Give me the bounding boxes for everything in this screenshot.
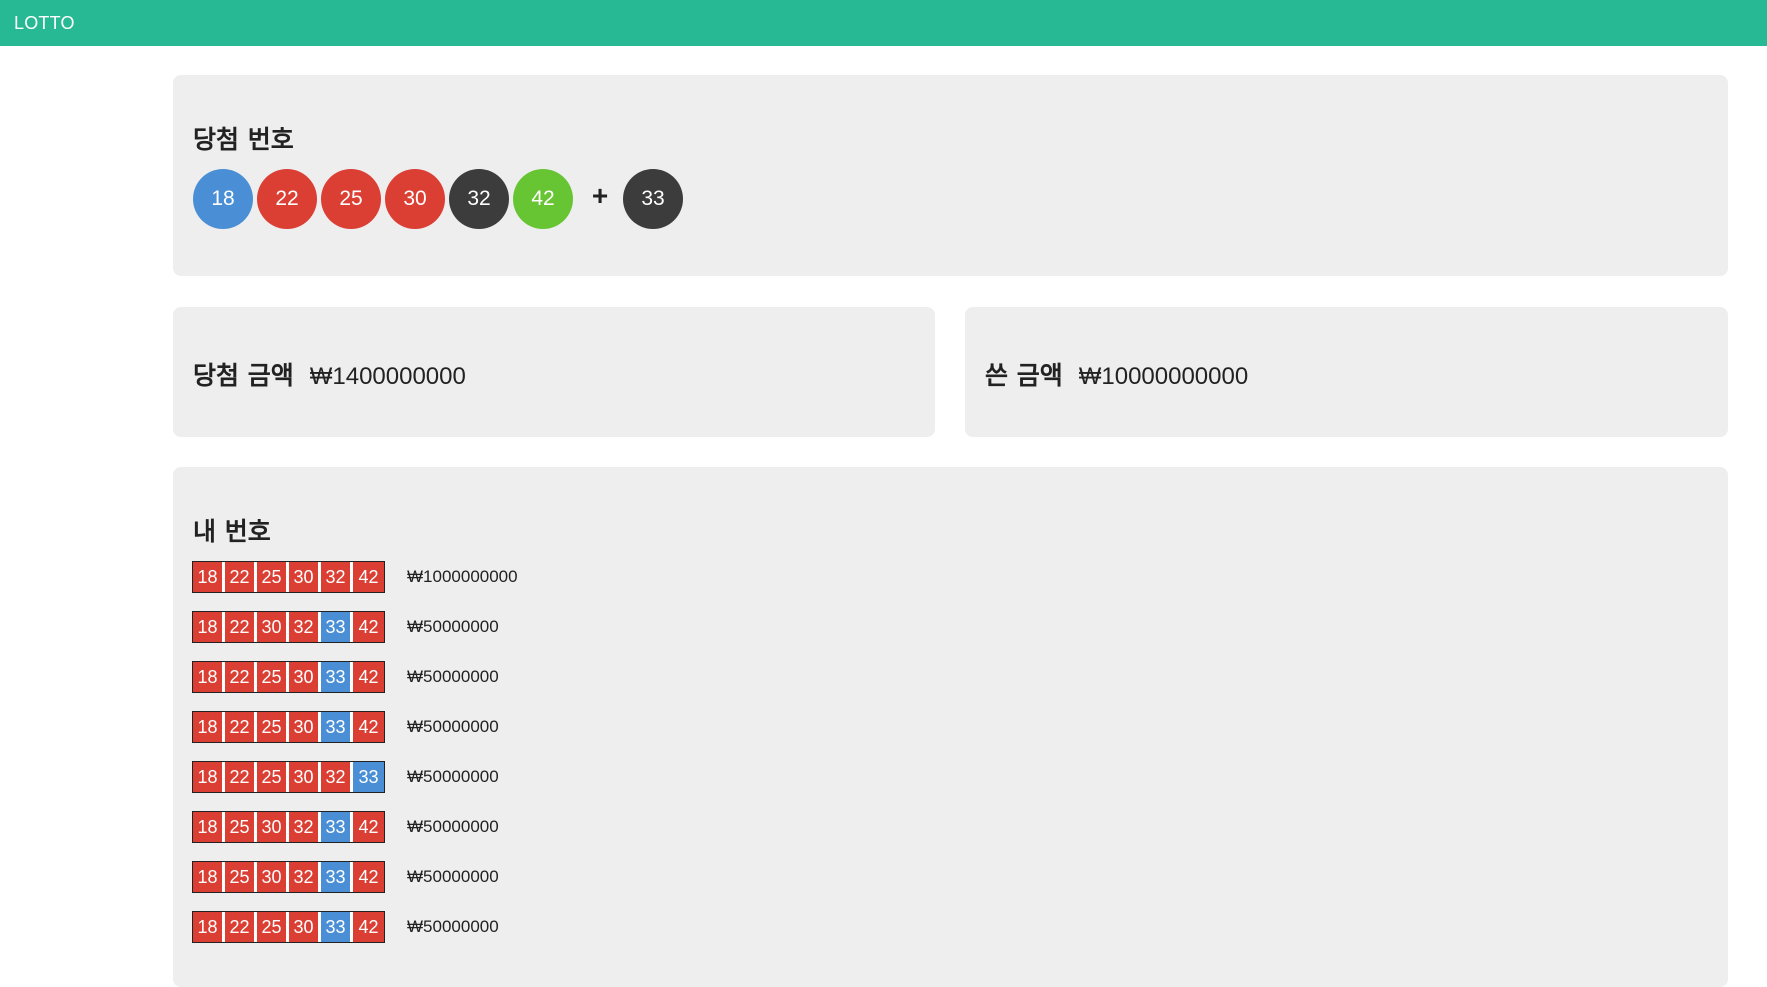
my-numbers-title: 내 번호: [193, 517, 271, 546]
ticket-prize: ₩50000000: [407, 867, 499, 886]
my-numbers-card: 내 번호 18 22 25 30 32 42 ₩1000000000 18 22 30 32 33 42…: [173, 467, 1728, 987]
ticket-number: 30: [289, 762, 321, 792]
winning-ball: 25: [321, 169, 381, 229]
ticket-numbers: 18 22 30 32 33 42: [192, 611, 385, 643]
ticket-number: 18: [193, 612, 225, 642]
ticket-numbers: 18 22 25 30 33 42: [192, 911, 385, 943]
spent-amount-card: 쓴 금액 ₩10000000000: [965, 307, 1728, 437]
ticket-number: 33: [321, 612, 353, 642]
ticket-number: 30: [289, 912, 321, 942]
ticket-row: 18 22 25 30 33 42 ₩50000000: [192, 660, 518, 694]
ticket-number: 18: [193, 562, 225, 592]
ticket-number: 22: [225, 612, 257, 642]
ticket-number: 25: [225, 862, 257, 892]
bonus-ball: 33: [623, 169, 683, 229]
ticket-number: 22: [225, 562, 257, 592]
ticket-numbers: 18 22 25 30 33 42: [192, 711, 385, 743]
ticket-number: 42: [353, 912, 384, 942]
bonus-plus-sign: +: [591, 180, 609, 211]
ticket-number: 18: [193, 912, 225, 942]
prize-amount-value: ₩1400000000: [309, 363, 466, 390]
spent-amount-value: ₩10000000000: [1078, 363, 1249, 390]
winning-ball: 18: [193, 169, 253, 229]
ticket-number: 33: [321, 662, 353, 692]
ticket-number: 33: [353, 762, 384, 792]
prize-amount-label: 당첨 금액: [193, 361, 294, 390]
ticket-number: 22: [225, 912, 257, 942]
ticket-number: 18: [193, 862, 225, 892]
ticket-number: 18: [193, 812, 225, 842]
ticket-number: 32: [289, 812, 321, 842]
ticket-row: 18 25 30 32 33 42 ₩50000000: [192, 810, 518, 844]
ticket-row: 18 22 25 30 33 42 ₩50000000: [192, 710, 518, 744]
winning-balls: 18 22 25 30 32 42 +33: [193, 169, 687, 229]
brand-title[interactable]: LOTTO: [14, 13, 75, 34]
spent-amount-label: 쓴 금액: [985, 361, 1063, 390]
ticket-number: 25: [257, 712, 289, 742]
ticket-numbers: 18 22 25 30 32 33: [192, 761, 385, 793]
ticket-number: 30: [289, 712, 321, 742]
prize-amount-card: 당첨 금액 ₩1400000000: [173, 307, 935, 437]
ticket-number: 25: [257, 562, 289, 592]
winning-ball: 30: [385, 169, 445, 229]
ticket-list: 18 22 25 30 32 42 ₩1000000000 18 22 30 32 33 42 ₩5000…: [192, 560, 518, 960]
ticket-numbers: 18 22 25 30 33 42: [192, 661, 385, 693]
ticket-number: 30: [289, 662, 321, 692]
ticket-number: 42: [353, 612, 384, 642]
ticket-number: 18: [193, 762, 225, 792]
ticket-number: 42: [353, 812, 384, 842]
ticket-row: 18 22 25 30 32 42 ₩1000000000: [192, 560, 518, 594]
ticket-number: 30: [257, 862, 289, 892]
ticket-number: 30: [257, 812, 289, 842]
ticket-prize: ₩50000000: [407, 767, 499, 786]
ticket-number: 42: [353, 562, 384, 592]
ticket-number: 18: [193, 712, 225, 742]
ticket-prize: ₩50000000: [407, 667, 499, 686]
ticket-number: 33: [321, 912, 353, 942]
ticket-numbers: 18 25 30 32 33 42: [192, 811, 385, 843]
ticket-number: 33: [321, 712, 353, 742]
ticket-number: 25: [257, 912, 289, 942]
ticket-number: 33: [321, 862, 353, 892]
ticket-number: 32: [289, 862, 321, 892]
winning-numbers-card: 당첨 번호 18 22 25 30 32 42 +33: [173, 75, 1728, 276]
ticket-number: 25: [225, 812, 257, 842]
ticket-row: 18 22 25 30 32 33 ₩50000000: [192, 760, 518, 794]
winning-ball: 22: [257, 169, 317, 229]
winning-ball: 42: [513, 169, 573, 229]
ticket-number: 30: [289, 562, 321, 592]
ticket-prize: ₩50000000: [407, 717, 499, 736]
ticket-number: 18: [193, 662, 225, 692]
ticket-numbers: 18 22 25 30 32 42: [192, 561, 385, 593]
ticket-prize: ₩50000000: [407, 617, 499, 636]
app-header: LOTTO: [0, 0, 1767, 46]
ticket-row: 18 25 30 32 33 42 ₩50000000: [192, 860, 518, 894]
winning-numbers-title: 당첨 번호: [193, 125, 294, 154]
ticket-prize: ₩1000000000: [407, 567, 518, 586]
ticket-number: 42: [353, 862, 384, 892]
ticket-numbers: 18 25 30 32 33 42: [192, 861, 385, 893]
ticket-prize: ₩50000000: [407, 817, 499, 836]
ticket-number: 25: [257, 662, 289, 692]
ticket-number: 42: [353, 712, 384, 742]
ticket-number: 32: [289, 612, 321, 642]
ticket-number: 22: [225, 662, 257, 692]
ticket-row: 18 22 30 32 33 42 ₩50000000: [192, 610, 518, 644]
ticket-number: 32: [321, 562, 353, 592]
winning-ball: 32: [449, 169, 509, 229]
ticket-number: 42: [353, 662, 384, 692]
ticket-number: 32: [321, 762, 353, 792]
ticket-row: 18 22 25 30 33 42 ₩50000000: [192, 910, 518, 944]
ticket-number: 22: [225, 762, 257, 792]
ticket-number: 30: [257, 612, 289, 642]
ticket-number: 22: [225, 712, 257, 742]
ticket-number: 33: [321, 812, 353, 842]
ticket-number: 25: [257, 762, 289, 792]
ticket-prize: ₩50000000: [407, 917, 499, 936]
